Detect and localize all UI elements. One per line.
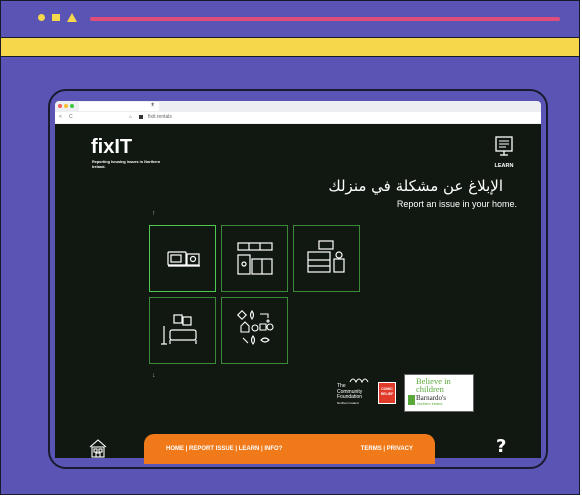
heading-english: Report an issue in your home. — [396, 199, 517, 209]
kitchen-cabinets-icon — [237, 242, 273, 275]
browser-window: × + < C ⌂ fixit.rentals fixIT Reporting … — [48, 89, 548, 469]
barnardos-region: Northern Ireland — [417, 402, 443, 406]
tile-utilities[interactable] — [221, 297, 288, 364]
maximize-window-icon[interactable] — [70, 104, 74, 108]
partner-logos: The Community Foundation Northern Irelan… — [337, 374, 497, 434]
tile-kitchen-appliances[interactable] — [149, 225, 216, 292]
community-foundation-swirl-icon — [349, 378, 369, 384]
site-tagline: Reporting housing issues in Northern Ire… — [92, 160, 161, 169]
barnardos-slogan-2: children — [416, 384, 444, 394]
site-info-icon[interactable] — [139, 115, 143, 119]
living-room-icon — [161, 314, 197, 345]
barnardos-emblem-icon — [408, 395, 415, 405]
learn-label: LEARN — [494, 163, 514, 169]
title-line — [90, 17, 560, 21]
browser-chrome: × + < C ⌂ fixit.rentals — [55, 101, 541, 124]
cf-line-4: Northern Ireland — [337, 400, 359, 405]
footer-legal-links[interactable]: TERMS | PRIVACY — [361, 446, 413, 452]
tile-living-room[interactable] — [149, 297, 216, 364]
tile-kitchen-cabinets[interactable] — [221, 225, 288, 292]
community-foundation-logo[interactable]: The Community Foundation Northern Irelan… — [337, 378, 369, 406]
browser-tab[interactable]: × — [79, 102, 159, 111]
triangle-dot-icon — [67, 13, 77, 22]
heading-arabic: الإبلاغ عن مشكلة في منزلك — [328, 177, 503, 195]
comic-relief-logo[interactable]: COMIC RELIEF — [378, 382, 396, 404]
footer-nav-links[interactable]: HOME | REPORT ISSUE | LEARN | INFO? — [166, 446, 282, 452]
book-icon — [495, 136, 513, 156]
bedroom-icon — [307, 240, 345, 273]
barnardos-logo[interactable]: Believe in children Barnardo's Northern … — [404, 374, 474, 412]
learn-button[interactable]: LEARN — [489, 136, 519, 169]
toolbar-strip — [1, 37, 579, 57]
square-dot-icon — [52, 14, 60, 21]
cf-line-3: Foundation — [337, 394, 363, 400]
barnardos-name: Barnardo's — [416, 394, 447, 402]
help-question-icon[interactable]: ? — [496, 436, 506, 457]
url-field[interactable]: fixit.rentals — [148, 114, 172, 120]
new-tab-button[interactable]: + — [151, 102, 155, 108]
address-bar-row: < C ⌂ fixit.rentals — [55, 112, 541, 123]
scroll-up-arrow-icon[interactable]: ↑ — [152, 210, 156, 217]
tile-bedroom[interactable] — [293, 225, 360, 292]
kitchen-appliances-icon — [167, 251, 200, 267]
site-logo[interactable]: fixIT — [91, 136, 132, 159]
scroll-down-arrow-icon[interactable]: ↓ — [152, 372, 156, 379]
home-button[interactable]: ⌂ — [129, 114, 132, 120]
window-titlebar — [1, 1, 579, 37]
house-icon — [89, 439, 107, 458]
footer-bar: HOME | REPORT ISSUE | LEARN | INFO? TERM… — [144, 434, 435, 464]
minimize-window-icon[interactable] — [64, 104, 68, 108]
back-button[interactable]: < — [59, 114, 62, 120]
outer-window: × + < C ⌂ fixit.rentals fixIT Reporting … — [0, 0, 580, 495]
circle-dot-icon — [38, 14, 45, 21]
reload-button[interactable]: C — [69, 114, 73, 120]
website-viewport: fixIT Reporting housing issues in Northe… — [55, 124, 541, 464]
utilities-icon — [236, 309, 274, 345]
close-window-icon[interactable] — [58, 104, 62, 108]
home-house-button[interactable] — [89, 438, 107, 463]
tab-row: × + — [55, 101, 541, 111]
